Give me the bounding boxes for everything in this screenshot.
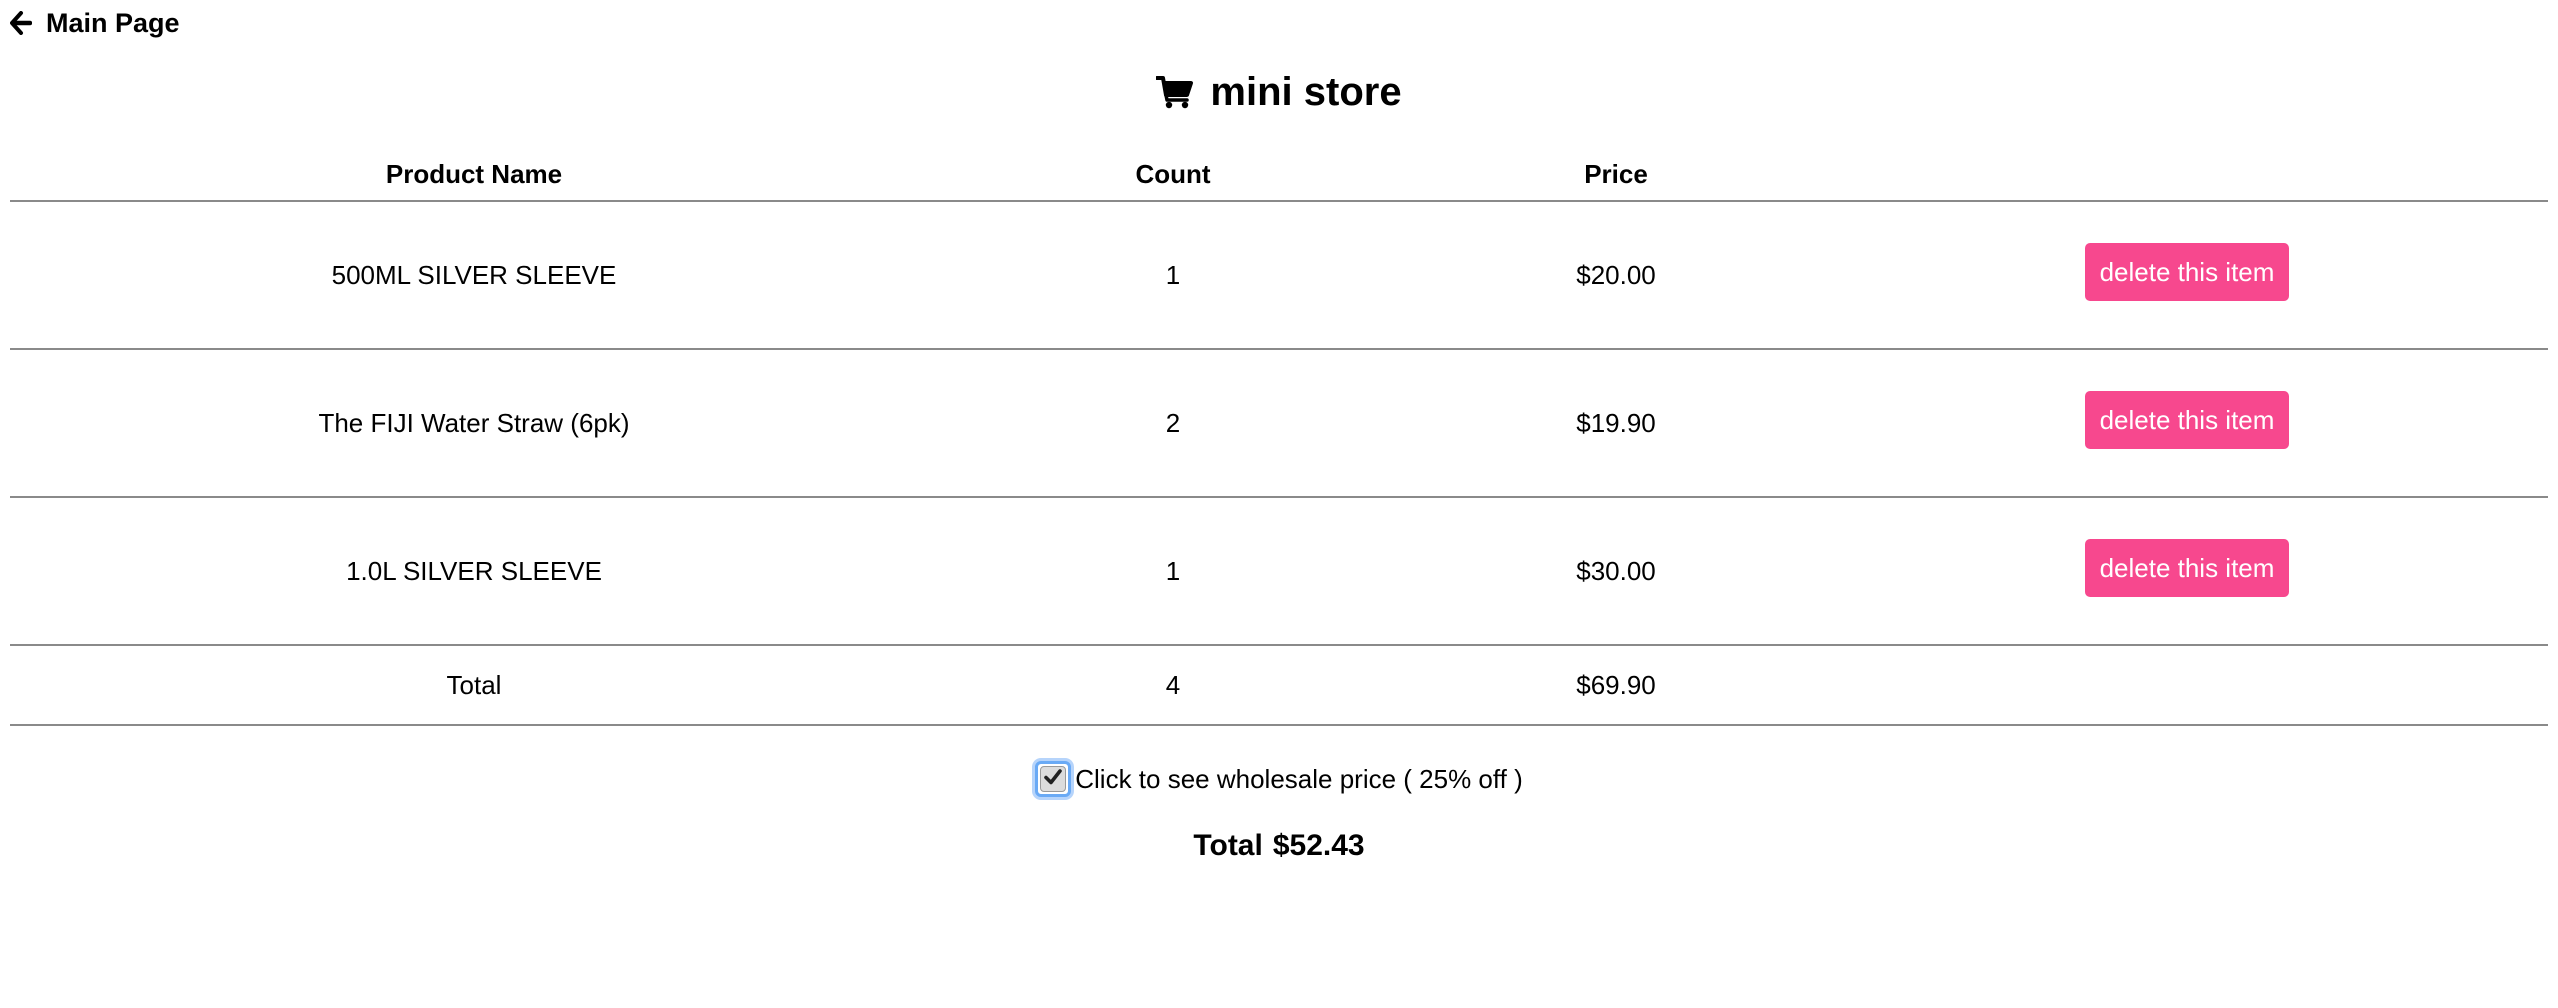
product-name-cell: 1.0L SILVER SLEEVE xyxy=(10,497,938,646)
total-empty-cell xyxy=(1824,645,2548,726)
store-title: mini store xyxy=(0,62,2558,122)
wholesale-checkbox[interactable] xyxy=(1035,761,1072,797)
arrow-left-icon xyxy=(10,11,32,35)
count-cell: 2 xyxy=(938,349,1408,498)
total-label-cell: Total xyxy=(10,645,938,726)
product-name-cell: The FIJI Water Straw (6pk) xyxy=(10,349,938,498)
count-cell: 1 xyxy=(938,497,1408,646)
delete-item-button[interactable]: delete this item xyxy=(2085,539,2289,597)
wholesale-toggle: Click to see wholesale price ( 25% off ) xyxy=(0,754,2558,804)
back-link-label: Main Page xyxy=(46,8,180,38)
delete-item-button[interactable]: delete this item xyxy=(2085,391,2289,449)
column-header-price: Price xyxy=(1408,148,1824,202)
column-header-product-name: Product Name xyxy=(10,148,938,202)
table-row: 500ML SILVER SLEEVE 1 $20.00 delete this… xyxy=(10,201,2548,350)
total-price-cell: $69.90 xyxy=(1408,645,1824,726)
price-cell: $19.90 xyxy=(1408,349,1824,498)
total-count-cell: 4 xyxy=(938,645,1408,726)
price-cell: $20.00 xyxy=(1408,201,1824,350)
checkmark-icon xyxy=(1043,768,1063,791)
column-header-count: Count xyxy=(938,148,1408,202)
table-header-row: Product Name Count Price xyxy=(10,148,2548,202)
shopping-cart-icon xyxy=(1156,75,1194,109)
price-cell: $30.00 xyxy=(1408,497,1824,646)
store-title-text: mini store xyxy=(1210,69,1402,114)
table-row: The FIJI Water Straw (6pk) 2 $19.90 dele… xyxy=(10,349,2548,498)
table-total-row: Total 4 $69.90 xyxy=(10,645,2548,726)
grand-total-value: $52.43 xyxy=(1272,829,1365,862)
back-to-main-page-link[interactable]: Main Page xyxy=(10,6,180,40)
action-cell: delete this item xyxy=(1824,201,2548,350)
action-cell: delete this item xyxy=(1824,497,2548,646)
cart-table: Product Name Count Price 500ML SILVER SL… xyxy=(10,148,2548,726)
column-header-actions xyxy=(1824,148,2548,202)
action-cell: delete this item xyxy=(1824,349,2548,498)
grand-total: Total $52.43 xyxy=(0,822,2558,870)
wholesale-checkbox-label[interactable]: Click to see wholesale price ( 25% off ) xyxy=(1075,764,1523,795)
delete-item-button[interactable]: delete this item xyxy=(2085,243,2289,301)
product-name-cell: 500ML SILVER SLEEVE xyxy=(10,201,938,350)
table-row: 1.0L SILVER SLEEVE 1 $30.00 delete this … xyxy=(10,497,2548,646)
count-cell: 1 xyxy=(938,201,1408,350)
grand-total-label: Total xyxy=(1193,829,1263,862)
